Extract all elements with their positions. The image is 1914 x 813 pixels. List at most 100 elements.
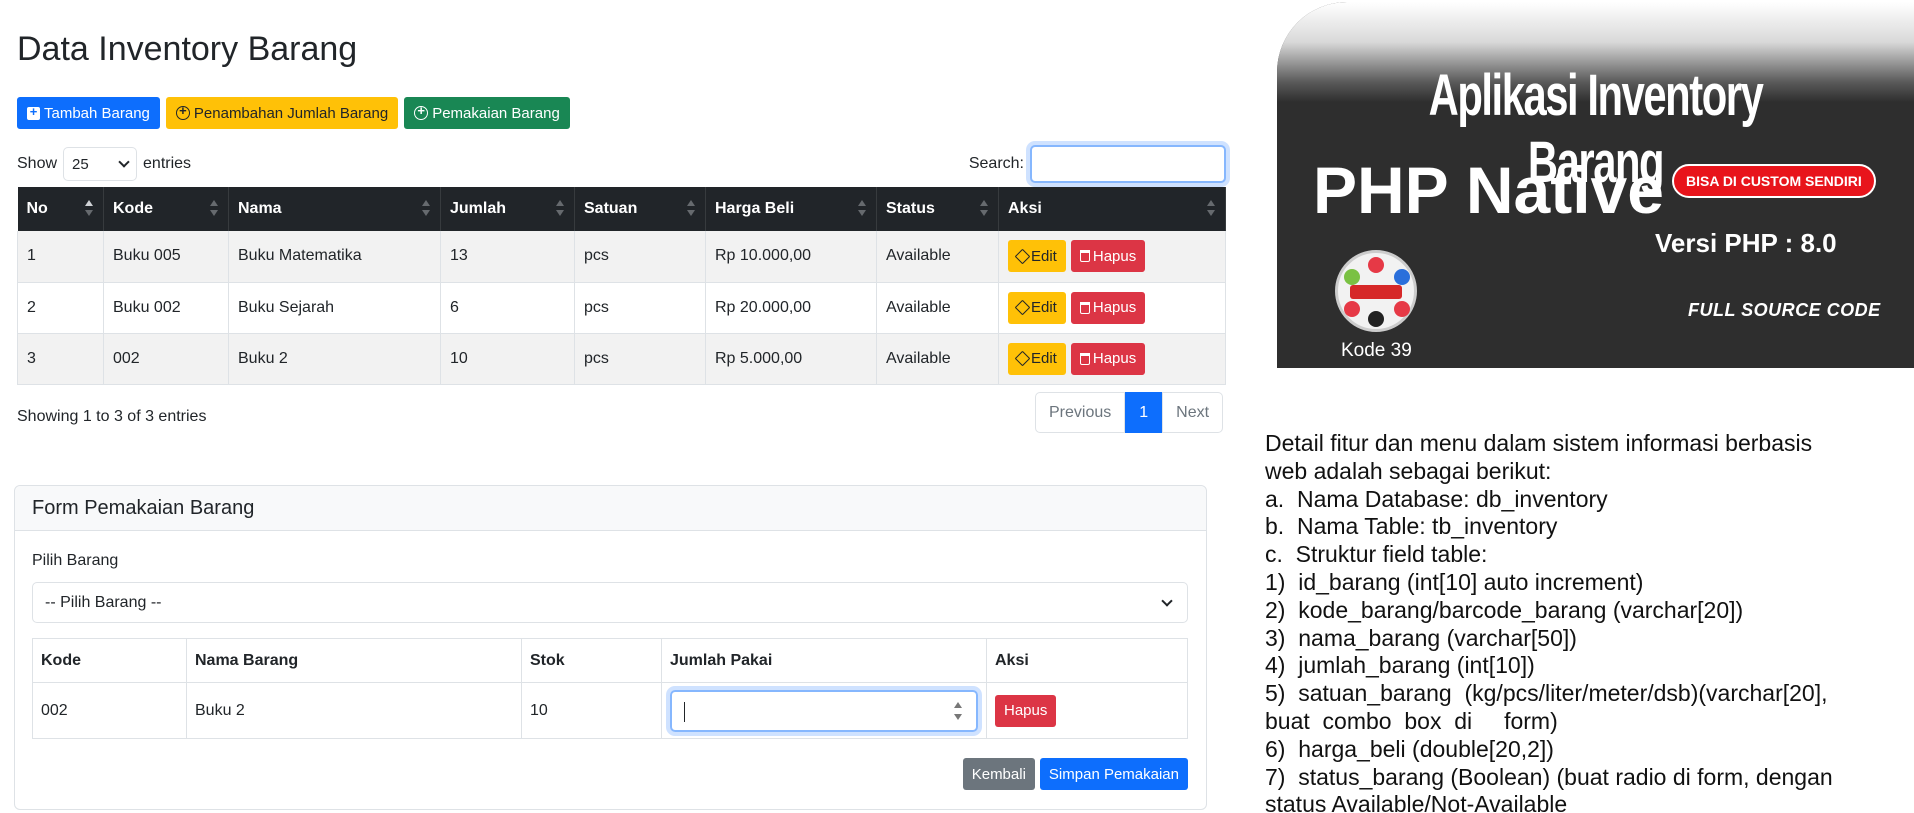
detail-line: 1) id_barang (int[10] auto increment) (1265, 568, 1644, 595)
inventory-table: No Kode Nama Jumlah Satuan Harga Beli St… (17, 187, 1226, 385)
detail-line: c. Struktur field table: (1265, 541, 1488, 568)
sort-icon (556, 200, 564, 218)
column-header-nama[interactable]: Nama (228, 187, 441, 231)
pencil-icon (1014, 248, 1031, 265)
search-input[interactable] (1030, 145, 1226, 183)
cell-nama-barang: Buku 2 (186, 682, 522, 739)
entries-length-value: 25 (72, 155, 89, 173)
column-header-kode: Kode (32, 638, 187, 683)
detail-line: web adalah sebagai berikut: (1265, 457, 1552, 484)
column-header-harga-beli[interactable]: Harga Beli (705, 187, 877, 231)
simpan-pemakaian-button[interactable]: Simpan Pemakaian (1039, 758, 1188, 790)
detail-line: buat combo box di form) (1265, 707, 1558, 734)
table-header-row: No Kode Nama Jumlah Satuan Harga Beli St… (17, 187, 1226, 231)
hapus-row-button[interactable]: Hapus (995, 694, 1057, 727)
column-header-no[interactable]: No (17, 187, 104, 231)
cell-nama: Buku Sejarah (228, 282, 441, 334)
toolbar: Tambah Barang Penambahan Jumlah Barang P… (17, 97, 570, 129)
column-header-aksi[interactable]: Aksi (998, 187, 1226, 231)
cell-satuan: pcs (574, 333, 706, 385)
sort-icon (858, 200, 866, 218)
table-search: Search: (969, 145, 1226, 183)
pemakaian-barang-button[interactable]: Pemakaian Barang (404, 97, 570, 129)
promo-full-source: FULL SOURCE CODE (1688, 300, 1881, 320)
hapus-button[interactable]: Hapus (1070, 240, 1146, 273)
cell-kode: 002 (32, 682, 187, 739)
cell-jumlah: 6 (440, 282, 575, 334)
chevron-down-icon (1161, 594, 1173, 607)
entries-length-select[interactable]: 25 (63, 147, 138, 181)
pilih-barang-label: Pilih Barang (32, 552, 119, 569)
detail-text: Detail fitur dan menu dalam sistem infor… (1265, 430, 1885, 813)
table-info: Showing 1 to 3 of 3 entries (17, 408, 207, 425)
pagination-previous[interactable]: Previous (1035, 392, 1126, 433)
inventory-app: Data Inventory Barang Tambah Barang Pena… (0, 0, 1240, 813)
cell-harga: Rp 20.000,00 (705, 282, 877, 334)
pagination-next[interactable]: Next (1162, 392, 1224, 433)
entries-length-control: Show 25 entries (17, 147, 191, 181)
cell-satuan: pcs (574, 282, 706, 334)
pemakaian-table: Kode Nama Barang Stok Jumlah Pakai Aksi … (32, 638, 1188, 739)
page-title: Data Inventory Barang (17, 30, 358, 68)
edit-button[interactable]: Edit (1008, 342, 1066, 375)
promo-code: Kode 39 (1341, 340, 1412, 361)
cell-stok: 10 (521, 682, 662, 739)
detail-line: status Available/Not-Available (1265, 791, 1568, 813)
cell-no: 3 (17, 333, 104, 385)
column-header-status[interactable]: Status (876, 187, 999, 231)
cell-jumlah: 10 (440, 333, 575, 385)
tambah-barang-label: Tambah Barang (44, 104, 150, 122)
detail-line: 5) satuan_barang (kg/pcs/liter/meter/dsb… (1265, 680, 1828, 707)
hapus-button[interactable]: Hapus (1070, 291, 1146, 324)
penambahan-jumlah-button[interactable]: Penambahan Jumlah Barang (165, 97, 399, 129)
pilih-barang-select[interactable]: -- Pilih Barang -- (32, 582, 1188, 623)
framework-logo-icon (1335, 250, 1417, 332)
column-header-aksi: Aksi (986, 638, 1188, 683)
cell-harga: Rp 10.000,00 (705, 231, 877, 283)
column-header-jumlah-pakai: Jumlah Pakai (661, 638, 987, 683)
penambahan-jumlah-label: Penambahan Jumlah Barang (193, 104, 389, 122)
promo-badge: BISA DI CUSTOM SENDIRI (1672, 164, 1876, 198)
number-spinner-icon[interactable] (954, 701, 962, 722)
sort-asc-icon (85, 200, 93, 218)
cell-jumlah: 13 (440, 231, 575, 283)
promo-banner: Aplikasi Inventory Barang PHP Native BIS… (1277, 2, 1914, 368)
edit-button[interactable]: Edit (1008, 291, 1066, 324)
detail-line: a. Nama Database: db_inventory (1265, 485, 1608, 512)
detail-line: b. Nama Table: tb_inventory (1265, 513, 1558, 540)
edit-button[interactable]: Edit (1008, 240, 1066, 273)
jumlah-pakai-input[interactable] (670, 689, 978, 732)
column-header-jumlah[interactable]: Jumlah (440, 187, 575, 231)
show-label: Show (17, 155, 58, 172)
search-label: Search: (968, 155, 1024, 172)
column-header-kode[interactable]: Kode (103, 187, 229, 231)
table-header-row: Kode Nama Barang Stok Jumlah Pakai Aksi (32, 638, 1188, 683)
plus-square-icon (27, 104, 40, 120)
cell-aksi: Edit Hapus (998, 282, 1226, 334)
pagination: Previous 1 Next (1035, 392, 1224, 433)
kembali-button[interactable]: Kembali (962, 758, 1035, 790)
detail-line: 7) status_barang (Boolean) (buat radio d… (1265, 763, 1833, 790)
pencil-icon (1014, 299, 1031, 316)
cell-status: Available (876, 282, 999, 334)
column-header-satuan[interactable]: Satuan (574, 187, 706, 231)
sort-icon (210, 200, 218, 218)
pemakaian-barang-label: Pemakaian Barang (432, 104, 560, 122)
detail-line: 2) kode_barang/barcode_barang (varchar[2… (1265, 596, 1744, 623)
column-header-stok: Stok (521, 638, 662, 683)
text-caret (684, 701, 685, 722)
cell-harga: Rp 5.000,00 (705, 333, 877, 385)
column-header-nama-barang: Nama Barang (186, 638, 522, 683)
pagination-page-1[interactable]: 1 (1125, 392, 1163, 433)
tambah-barang-button[interactable]: Tambah Barang (17, 97, 160, 129)
cell-nama: Buku Matematika (228, 231, 441, 283)
promo-php-native: PHP Native (1313, 153, 1664, 227)
hapus-button[interactable]: Hapus (1070, 342, 1146, 375)
sort-icon (980, 200, 988, 218)
cell-no: 2 (17, 282, 104, 334)
cell-status: Available (876, 333, 999, 385)
table-row: 1 Buku 005 Buku Matematika 13 pcs Rp 10.… (17, 231, 1226, 283)
cell-kode: Buku 002 (103, 282, 229, 334)
cell-kode: 002 (103, 333, 229, 385)
cell-jumlah-pakai (661, 682, 987, 739)
